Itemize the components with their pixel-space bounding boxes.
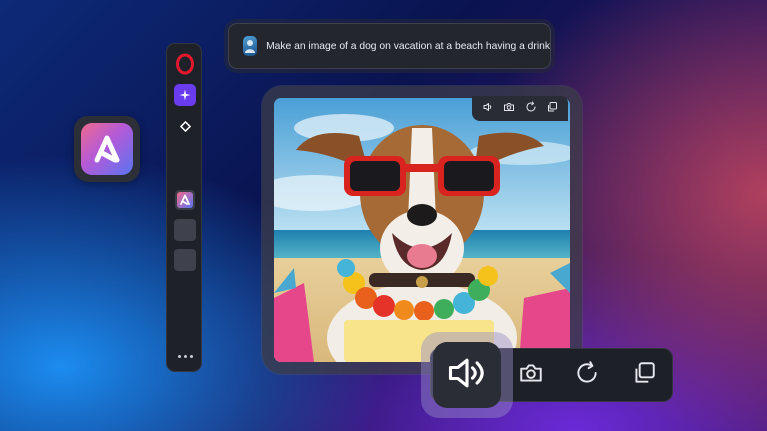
copy-icon	[631, 360, 657, 391]
speaker-icon	[445, 351, 489, 400]
empty-slot[interactable]	[174, 219, 196, 241]
aria-app-icon[interactable]	[175, 190, 195, 210]
speaker-button[interactable]	[433, 342, 501, 408]
more-icon[interactable]	[174, 350, 196, 362]
aria-icon[interactable]	[174, 84, 196, 106]
aria-app-icon-large	[74, 116, 140, 182]
copy-button[interactable]	[627, 358, 661, 392]
speaker-icon[interactable]	[482, 100, 494, 118]
refresh-button[interactable]	[570, 358, 604, 392]
sidebar	[166, 43, 202, 372]
prompt-bar: Make an image of a dog on vacation at a …	[228, 23, 551, 69]
image-frame	[262, 86, 582, 374]
aria-logo	[81, 123, 133, 175]
camera-button[interactable]	[514, 358, 548, 392]
generated-dog-image[interactable]	[274, 98, 570, 362]
image-toolbar	[472, 96, 568, 121]
prompt-text: Make an image of a dog on vacation at a …	[266, 40, 550, 52]
empty-slot[interactable]	[174, 249, 196, 271]
camera-icon[interactable]	[503, 100, 515, 118]
refresh-icon	[574, 360, 600, 391]
camera-icon	[518, 360, 544, 391]
copy-icon[interactable]	[546, 100, 558, 118]
refresh-icon[interactable]	[525, 100, 537, 118]
user-avatar	[243, 36, 258, 56]
diamond-icon[interactable]	[174, 115, 196, 137]
opera-logo-icon[interactable]	[174, 53, 196, 75]
